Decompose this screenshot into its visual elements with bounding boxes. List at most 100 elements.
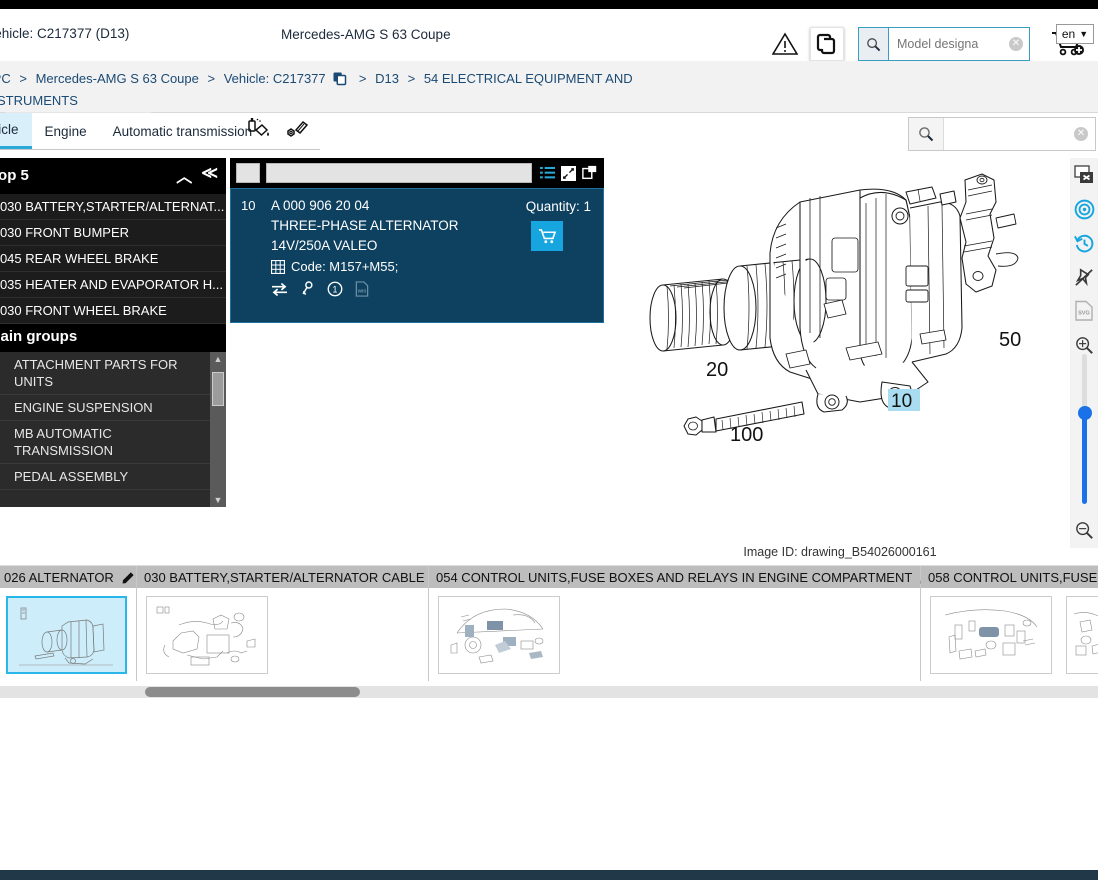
image-id-label: Image ID: drawing_B54026000161 bbox=[743, 545, 937, 559]
main-group-item[interactable]: ENGINE SUSPENSION bbox=[0, 395, 210, 421]
breadcrumb-separator: > bbox=[19, 71, 27, 86]
unpin-icon[interactable] bbox=[1070, 260, 1098, 294]
copy-documents-icon[interactable] bbox=[810, 27, 844, 61]
history-undo-icon[interactable] bbox=[1070, 226, 1098, 260]
callout-10-highlighted[interactable]: 10 bbox=[891, 391, 912, 412]
diagram-stage[interactable]: 20 50 10 100 bbox=[610, 158, 1070, 540]
language-value: en bbox=[1061, 27, 1076, 41]
fasteners-bolt-icon[interactable] bbox=[284, 117, 310, 141]
zoom-slider-knob[interactable] bbox=[1077, 406, 1092, 420]
tab-automatic-transmission[interactable]: Automatic transmission bbox=[100, 113, 266, 149]
tab-engine[interactable]: Engine bbox=[32, 113, 100, 149]
alternator-technical-drawing[interactable]: 20 50 10 100 bbox=[610, 158, 1070, 540]
breadcrumb-item-2[interactable]: Vehicle: C217377 bbox=[224, 71, 326, 86]
top5-item[interactable]: - 035 HEATER AND EVAPORATOR H... bbox=[0, 272, 226, 298]
main-groups-header: Main groups bbox=[0, 324, 226, 352]
thumb-group-054: 054 CONTROL UNITS,FUSE BOXES AND RELAYS … bbox=[429, 566, 932, 682]
thumbnail[interactable] bbox=[930, 596, 1052, 674]
edit-icon[interactable] bbox=[122, 571, 135, 584]
top5-item[interactable]: - 045 REAR WHEEL BRAKE bbox=[0, 246, 226, 272]
target-focus-icon[interactable] bbox=[1070, 192, 1098, 226]
image-tools-toolbar: SVG bbox=[1070, 158, 1098, 548]
thumb-group-title: 054 CONTROL UNITS,FUSE BOXES AND RELAYS … bbox=[436, 569, 913, 585]
scrollbar-thumb[interactable] bbox=[212, 372, 224, 406]
vehicle-copy-icon[interactable] bbox=[332, 71, 347, 86]
part-card[interactable]: 10 A 000 906 20 04 THREE-PHASE ALTERNATO… bbox=[230, 188, 604, 323]
top5-item-label: - 030 BATTERY,STARTER/ALTERNAT... bbox=[0, 199, 225, 214]
tab-vehicle-label: Vehicle bbox=[0, 122, 19, 137]
main-group-item[interactable]: ATTACHMENT PARTS FOR UNITS bbox=[0, 352, 210, 395]
breadcrumb-item-3[interactable]: D13 bbox=[375, 71, 399, 86]
part-action-icons: 1 WIS bbox=[271, 281, 593, 297]
svg-text:SVG: SVG bbox=[1078, 311, 1090, 317]
parts-select-box[interactable] bbox=[236, 163, 260, 183]
scroll-up-icon[interactable]: ▲ bbox=[210, 352, 226, 366]
info-circle-1-icon[interactable]: 1 bbox=[327, 281, 343, 297]
thumbnail-strip-scrollbar[interactable] bbox=[0, 686, 1098, 698]
callout-100[interactable]: 100 bbox=[730, 424, 763, 446]
left-sidebar: Top 5 ︿ ≪ - 030 BATTERY,STARTER/ALTERNAT… bbox=[0, 158, 226, 507]
thumb-group-header[interactable]: 026 ALTERNATOR bbox=[0, 566, 136, 588]
expand-icon[interactable] bbox=[561, 165, 576, 181]
exchange-arrows-icon[interactable] bbox=[271, 282, 288, 297]
thumb-group-header[interactable]: 058 CONTROL UNITS,FUSE B bbox=[921, 566, 1098, 588]
global-search[interactable]: ✕ bbox=[908, 117, 1096, 151]
thumb-group-header[interactable]: 054 CONTROL UNITS,FUSE BOXES AND RELAYS … bbox=[429, 566, 932, 588]
top-black-strip bbox=[0, 0, 1098, 9]
model-search-input[interactable] bbox=[889, 28, 1009, 60]
language-selector[interactable]: en ▼ bbox=[1056, 24, 1094, 44]
main-group-item[interactable]: MB AUTOMATIC TRANSMISSION bbox=[0, 421, 210, 464]
callout-50[interactable]: 50 bbox=[999, 329, 1021, 351]
key-search-icon[interactable] bbox=[300, 281, 315, 297]
svg-export-icon[interactable]: SVG bbox=[1070, 294, 1098, 328]
breadcrumb-item-0[interactable]: EPC bbox=[0, 71, 11, 86]
thumb-group-026: 026 ALTERNATOR bbox=[0, 566, 137, 682]
zoom-slider-fill bbox=[1082, 416, 1087, 504]
tab-list: Vehicle Engine Automatic transmission bbox=[0, 113, 265, 149]
list-view-icon[interactable] bbox=[540, 166, 555, 181]
thumb-group-header[interactable]: 030 BATTERY,STARTER/ALTERNATOR CABLE bbox=[137, 566, 445, 588]
copy-icon[interactable] bbox=[582, 165, 598, 181]
part-quantity: Quantity: 1 bbox=[525, 199, 591, 214]
scroll-down-icon[interactable]: ▼ bbox=[210, 493, 226, 507]
thumb-group-title: 026 ALTERNATOR bbox=[4, 569, 114, 585]
global-search-input[interactable] bbox=[944, 118, 1074, 150]
breadcrumb-bar: EPC > Mercedes-AMG S 63 Coupe > Vehicle:… bbox=[0, 61, 1098, 154]
zoom-slider[interactable] bbox=[1077, 354, 1092, 504]
thumbnail[interactable] bbox=[146, 596, 268, 674]
scrollbar-thumb[interactable] bbox=[145, 687, 360, 697]
search-icon bbox=[859, 28, 889, 60]
grid-table-icon[interactable] bbox=[271, 259, 285, 274]
thumbnail-groups: 026 ALTERNATOR 030 BATTERY,STARTER/ALTER… bbox=[0, 566, 1098, 682]
breadcrumb-item-1[interactable]: Mercedes-AMG S 63 Coupe bbox=[36, 71, 199, 86]
svg-text:WIS: WIS bbox=[358, 288, 367, 293]
clear-icon[interactable]: ✕ bbox=[1074, 127, 1088, 141]
parts-panel-toolbar bbox=[230, 158, 604, 188]
fluids-paint-icon[interactable] bbox=[246, 117, 272, 141]
add-to-cart-icon[interactable] bbox=[531, 221, 563, 251]
svg-text:1: 1 bbox=[333, 285, 338, 295]
thumbnail-selected[interactable] bbox=[6, 596, 127, 674]
tab-automatic-transmission-label: Automatic transmission bbox=[112, 123, 253, 139]
main-group-item[interactable]: PEDAL ASSEMBLY bbox=[0, 464, 210, 490]
thumbnail[interactable] bbox=[438, 596, 560, 674]
callout-20[interactable]: 20 bbox=[706, 359, 728, 381]
top5-item-label: - 045 REAR WHEEL BRAKE bbox=[0, 251, 159, 266]
collapse-chevron-icon[interactable]: ︿ bbox=[176, 163, 192, 187]
warning-triangle-icon[interactable] bbox=[770, 29, 800, 59]
parts-filter-input[interactable] bbox=[266, 163, 532, 183]
collapse-all-icon[interactable]: ≪ bbox=[201, 163, 218, 187]
close-window-icon[interactable] bbox=[1070, 158, 1098, 192]
top5-list: - 030 BATTERY,STARTER/ALTERNAT... - 030 … bbox=[0, 194, 226, 324]
clear-icon[interactable]: ✕ bbox=[1009, 37, 1023, 51]
top5-item[interactable]: - 030 FRONT BUMPER bbox=[0, 220, 226, 246]
top5-item[interactable]: - 030 BATTERY,STARTER/ALTERNAT... bbox=[0, 194, 226, 220]
wis-document-icon[interactable]: WIS bbox=[355, 281, 369, 297]
model-designation-search[interactable]: ✕ bbox=[858, 27, 1030, 61]
top5-item[interactable]: - 030 FRONT WHEEL BRAKE bbox=[0, 298, 226, 324]
tab-vehicle[interactable]: Vehicle bbox=[0, 113, 32, 149]
thumbnail-partial[interactable] bbox=[1066, 596, 1098, 674]
main-groups-scrollbar[interactable]: ▲ ▼ bbox=[210, 352, 226, 507]
part-number[interactable]: A 000 906 20 04 bbox=[271, 198, 369, 213]
zoom-out-icon[interactable] bbox=[1070, 513, 1098, 547]
